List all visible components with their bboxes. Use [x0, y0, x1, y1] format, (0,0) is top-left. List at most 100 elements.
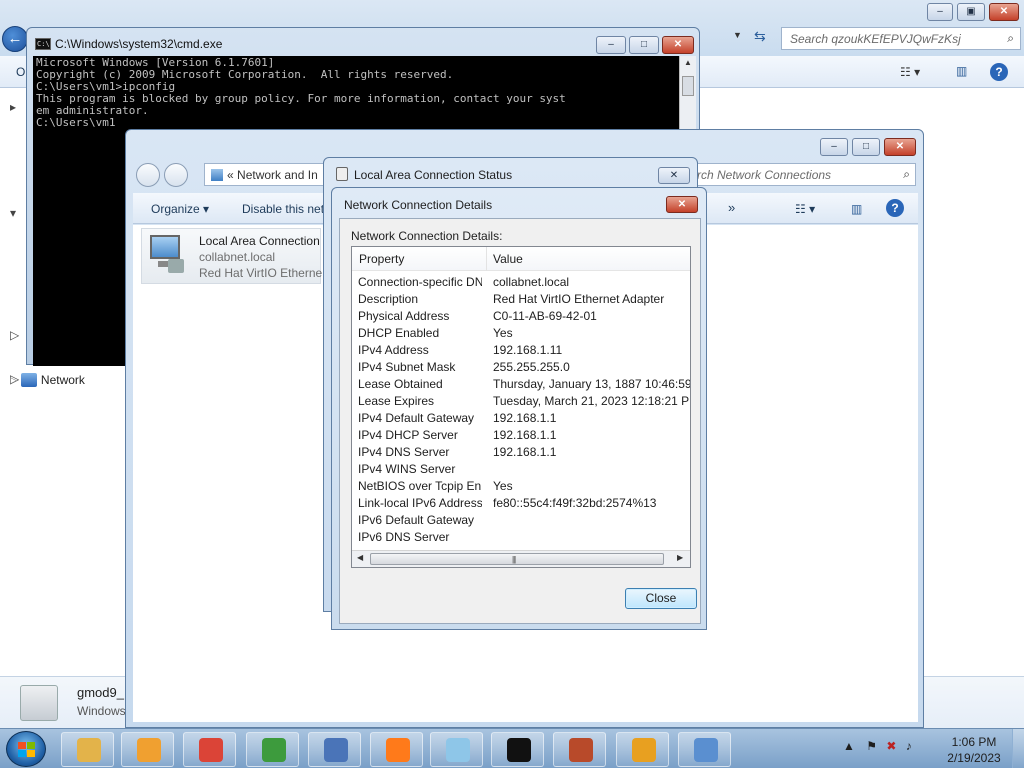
show-desktop-button[interactable]: [1012, 729, 1024, 768]
table-row[interactable]: Lease Obtained Thursday, January 13, 1887…: [352, 375, 690, 392]
scroll-left-icon[interactable]: ◀: [357, 553, 363, 562]
taskbar-button[interactable]: [246, 732, 299, 767]
start-button[interactable]: [6, 731, 46, 767]
netconn-close-button[interactable]: ✕: [884, 138, 916, 156]
horizontal-scrollbar[interactable]: ◀ ||| ▶: [352, 550, 690, 567]
network-connection-details-dialog: Network Connection Details ✕ Network Con…: [331, 187, 707, 630]
back-button[interactable]: [136, 163, 160, 187]
console-line: em administrator.: [36, 104, 149, 117]
minimize-button[interactable]: ‒: [927, 3, 953, 21]
table-row[interactable]: DHCP Enabled Yes: [352, 324, 690, 341]
cmd-close-button[interactable]: ✕: [662, 36, 694, 54]
nav-item-network[interactable]: ▷ Network: [10, 373, 85, 387]
restore-button[interactable]: ▣: [957, 3, 985, 21]
value-cell: Red Hat VirtIO Ethernet Adapter: [493, 292, 665, 306]
forward-button[interactable]: [164, 163, 188, 187]
search-input[interactable]: rch Network Connections ⌕: [686, 163, 916, 186]
firefox-icon: [386, 738, 410, 762]
preview-pane-icon[interactable]: ▥: [956, 64, 967, 78]
table-row[interactable]: Physical Address C0-11-AB-69-42-01: [352, 307, 690, 324]
netconn-minimize-button[interactable]: ‒: [820, 138, 848, 156]
taskbar-button[interactable]: [616, 732, 669, 767]
taskbar-button[interactable]: [553, 732, 606, 767]
table-row[interactable]: IPv4 Default Gateway 192.168.1.1: [352, 409, 690, 426]
property-cell: Physical Address: [358, 309, 450, 323]
table-row[interactable]: Lease Expires Tuesday, March 21, 2023 12:…: [352, 392, 690, 409]
breadcrumb-chevron-icon[interactable]: «: [227, 168, 234, 182]
tree-expander-icon[interactable]: ▷: [10, 375, 17, 386]
column-header-property[interactable]: Property: [359, 252, 404, 266]
tree-expander-icon[interactable]: ▾: [10, 206, 16, 220]
taskbar-button[interactable]: [430, 732, 483, 767]
value-cell: collabnet.local: [493, 275, 570, 289]
table-row[interactable]: IPv4 Address 192.168.1.11: [352, 341, 690, 358]
taskbar-button[interactable]: [308, 732, 361, 767]
back-arrow-icon[interactable]: ←: [2, 26, 28, 52]
details-close-x-button[interactable]: ✕: [666, 196, 698, 213]
help-icon[interactable]: ?: [990, 63, 1008, 81]
organize-menu[interactable]: Organize ▾: [151, 202, 209, 216]
taskbar-button[interactable]: [678, 732, 731, 767]
cmd-minimize-button[interactable]: ‒: [596, 36, 626, 54]
table-row[interactable]: IPv4 Subnet Mask 255.255.255.0: [352, 358, 690, 375]
taskbar-button[interactable]: [370, 732, 423, 767]
details-list-view[interactable]: Property Value Connection-specific DN...…: [351, 246, 691, 568]
search-icon[interactable]: ⌕: [903, 167, 910, 182]
scrollbar-thumb[interactable]: [682, 76, 694, 96]
property-cell: Lease Expires: [358, 394, 435, 408]
property-cell: Link-local IPv6 Address: [358, 496, 482, 510]
table-row[interactable]: IPv4 WINS Server: [352, 460, 690, 477]
control-panel-icon: [694, 738, 718, 762]
volume-icon[interactable]: ♪: [906, 739, 912, 753]
help-icon[interactable]: ?: [886, 199, 904, 217]
preview-pane-icon[interactable]: ▥: [851, 202, 862, 216]
value-cell: fe80::55c4:f49f:32bd:2574%13: [493, 496, 657, 510]
value-cell: Yes: [493, 326, 513, 340]
show-hidden-icons-icon[interactable]: ▲: [843, 739, 855, 753]
views-menu-icon[interactable]: ☷ ▾: [900, 65, 920, 79]
search-input[interactable]: Search qzoukKEfEPVJQwFzKsj ⌕: [781, 27, 1021, 50]
console-line: C:\Users\vm1: [36, 116, 116, 129]
scroll-up-icon[interactable]: ▲: [682, 58, 694, 72]
table-row[interactable]: Description Red Hat VirtIO Ethernet Adapt…: [352, 290, 690, 307]
address-dropdown-icon[interactable]: ▼: [733, 30, 747, 40]
organize-menu[interactable]: O: [16, 65, 25, 79]
breadcrumb[interactable]: Network and In: [237, 168, 318, 182]
taskbar-button[interactable]: [121, 732, 174, 767]
close-button[interactable]: ✕: [989, 3, 1019, 21]
refresh-icon[interactable]: ⇆: [754, 28, 772, 48]
scrollbar-thumb[interactable]: |||: [370, 553, 664, 565]
taskbar-button[interactable]: [491, 732, 544, 767]
property-cell: IPv4 WINS Server: [358, 462, 456, 476]
action-center-icon[interactable]: ⚑: [866, 739, 877, 753]
table-row[interactable]: IPv4 DNS Server 192.168.1.1: [352, 443, 690, 460]
lan-status-close-button[interactable]: ✕: [658, 167, 690, 184]
clock-date[interactable]: 2/19/2023: [943, 751, 1005, 765]
keyboard-app-icon: [324, 738, 348, 762]
clock-time[interactable]: 1:06 PM: [948, 735, 1000, 749]
cmd-maximize-button[interactable]: □: [629, 36, 659, 54]
taskbar-button[interactable]: [61, 732, 114, 767]
column-header-value[interactable]: Value: [493, 252, 523, 266]
table-row[interactable]: Connection-specific DN... collabnet.local: [352, 273, 690, 290]
taskbar-button[interactable]: [183, 732, 236, 767]
scroll-right-icon[interactable]: ▶: [677, 553, 683, 562]
network-status-icon[interactable]: ✖: [886, 739, 896, 753]
connection-item-local-area[interactable]: Local Area Connection collabnet.local Re…: [141, 228, 322, 284]
table-row[interactable]: Link-local IPv6 Address fe80::55c4:f49f:3…: [352, 494, 690, 511]
tree-expander-icon[interactable]: ▷: [10, 328, 19, 342]
close-button[interactable]: Close: [625, 588, 697, 609]
search-icon[interactable]: ⌕: [1007, 31, 1014, 46]
value-cell: 192.168.1.1: [493, 428, 557, 442]
tree-expander-icon[interactable]: ▸: [10, 100, 16, 114]
table-row[interactable]: IPv6 Default Gateway: [352, 511, 690, 528]
table-row[interactable]: IPv6 DNS Server: [352, 528, 690, 545]
nav-item-network-label: Network: [40, 373, 85, 387]
address-bar[interactable]: « Network and In: [204, 163, 324, 186]
views-menu-icon[interactable]: ☷ ▾: [795, 202, 815, 216]
disable-device-button[interactable]: Disable this net: [242, 202, 324, 216]
more-commands-button[interactable]: »: [728, 200, 735, 215]
table-row[interactable]: NetBIOS over Tcpip En... Yes: [352, 477, 690, 494]
netconn-maximize-button[interactable]: □: [852, 138, 880, 156]
table-row[interactable]: IPv4 DHCP Server 192.168.1.1: [352, 426, 690, 443]
